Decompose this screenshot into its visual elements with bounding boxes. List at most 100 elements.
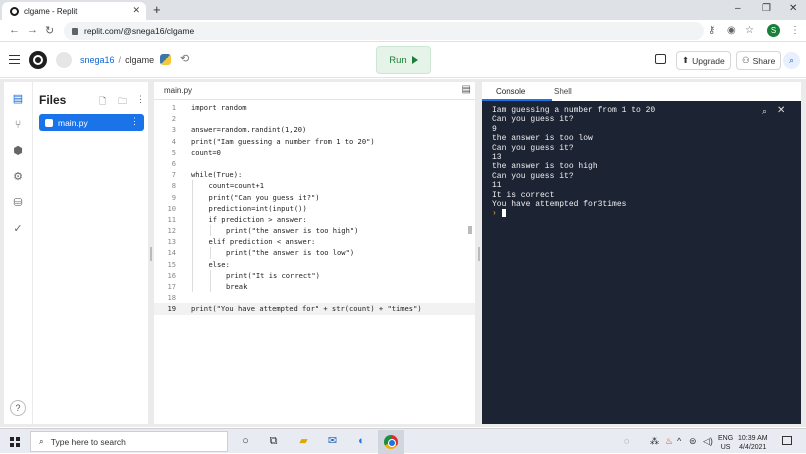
console-line: Can you guess it? xyxy=(492,115,574,125)
sync-icon[interactable]: ◌ xyxy=(624,436,629,446)
upgrade-button[interactable]: ⬆ Upgrade xyxy=(676,51,731,70)
code-line[interactable]: 4 print("Iam guessing a number from 1 to … xyxy=(154,136,475,147)
run-button[interactable]: Run xyxy=(376,46,431,74)
database-icon[interactable]: ⛁ xyxy=(11,196,25,210)
settings-gear-icon[interactable]: ⚙ xyxy=(11,170,25,184)
code-editor[interactable]: main.py ▤ 1 import random 2 3 answer=random.… xyxy=(154,82,475,424)
browser-tab[interactable]: clgame - Replit ✕ xyxy=(2,2,146,20)
tray-app-icon[interactable]: ♨ xyxy=(665,436,673,447)
editor-scrollbar[interactable] xyxy=(468,226,472,234)
pane-resize-handle-right[interactable] xyxy=(478,247,480,261)
help-button[interactable]: ? xyxy=(10,400,26,416)
volume-icon[interactable]: ◁) xyxy=(703,436,713,447)
file-explorer-icon[interactable]: ▰ xyxy=(296,434,311,449)
files-icon[interactable]: ▤ xyxy=(11,92,25,106)
code-line[interactable]: 7 while(True): xyxy=(154,169,475,180)
indent-guide xyxy=(192,247,193,259)
input-language[interactable]: ENG US xyxy=(718,434,733,452)
address-bar[interactable]: replit.com/@snega16/clgame xyxy=(64,22,704,40)
code-line[interactable]: 13 elif prediction < answer: xyxy=(154,236,475,248)
bluetooth-icon[interactable]: ⁂ xyxy=(650,436,659,447)
hamburger-menu-icon[interactable] xyxy=(9,55,20,64)
close-tab-icon[interactable]: ✕ xyxy=(132,5,140,16)
python-language-icon xyxy=(160,54,171,65)
new-tab-button[interactable]: + xyxy=(153,2,161,17)
mail-icon[interactable]: ✉ xyxy=(325,434,340,449)
code-line[interactable]: 5 count=0 xyxy=(154,147,475,158)
task-view-icon[interactable]: ⧉ xyxy=(266,434,281,449)
line-number: 4 xyxy=(171,136,176,146)
code-line[interactable]: 2 xyxy=(154,113,475,124)
console-line: the answer is too high xyxy=(492,162,598,172)
version-control-icon[interactable]: ⑂ xyxy=(11,118,25,132)
taskbar-search-box[interactable]: ⌕ Type here to search xyxy=(30,431,228,452)
code-line[interactable]: 18 xyxy=(154,292,475,303)
reload-icon[interactable]: ↻ xyxy=(45,24,54,37)
system-clock[interactable]: 10:39 AM 4/4/2021 xyxy=(738,434,768,452)
breadcrumb: snega16/clgame xyxy=(80,55,154,65)
indent-guide xyxy=(209,225,211,237)
user-avatar[interactable] xyxy=(56,52,72,68)
maximize-button[interactable]: ❐ xyxy=(762,3,771,14)
file-item-menu-icon[interactable]: ⋮ xyxy=(130,116,139,127)
back-icon[interactable]: ← xyxy=(9,24,20,36)
star-icon[interactable]: ☆ xyxy=(745,25,754,36)
file-item-main-py[interactable]: main.py ⋮ xyxy=(39,114,144,131)
search-icon[interactable]: ⌕ xyxy=(783,52,800,69)
indent-guide xyxy=(192,269,193,281)
edge-browser-icon[interactable]: ◐ xyxy=(354,434,369,449)
code-line[interactable]: 8 count=count+1 xyxy=(154,180,475,192)
indent-guide xyxy=(192,258,193,270)
tab-shell[interactable]: Shell xyxy=(554,87,572,96)
code-line[interactable]: 1 import random xyxy=(154,102,475,113)
code-line[interactable]: 3 answer=random.randint(1,20) xyxy=(154,124,475,135)
key-icon[interactable]: ⚷ xyxy=(708,25,715,36)
code-line[interactable]: 16 print("It is correct") xyxy=(154,269,475,281)
code-line[interactable]: 9 print("Can you guess it?") xyxy=(154,191,475,203)
editor-minimap-icon[interactable]: ▤ xyxy=(462,84,471,95)
console-search-icon[interactable]: ⌕ xyxy=(762,106,767,117)
code-line[interactable]: 11 if prediction > answer: xyxy=(154,213,475,226)
code-line[interactable]: 15 else: xyxy=(154,258,475,270)
unit-tests-check-icon[interactable]: ✓ xyxy=(11,222,25,236)
files-more-icon[interactable]: ⋮ xyxy=(136,94,145,105)
editor-tab-main-py[interactable]: main.py xyxy=(164,86,192,95)
code-line[interactable]: 14 print("the answer is too low") xyxy=(154,247,475,259)
profile-avatar[interactable]: S xyxy=(767,24,780,37)
history-icon[interactable]: ⟲ xyxy=(180,52,189,65)
show-hidden-icons-chevron-up-icon[interactable]: ^ xyxy=(677,436,681,446)
taskbar-search-icon: ⌕ xyxy=(39,436,44,446)
code-line[interactable]: 10 prediction=int(input()) xyxy=(154,202,475,214)
notifications-icon[interactable] xyxy=(782,436,792,445)
windows-start-icon[interactable] xyxy=(10,437,20,447)
replit-logo-icon[interactable] xyxy=(29,51,47,69)
chat-icon[interactable] xyxy=(655,54,666,64)
console-output[interactable]: Iam guessing a number from 1 to 20 Can yo… xyxy=(482,101,801,424)
forward-icon[interactable]: → xyxy=(27,24,38,36)
share-button[interactable]: ⚇ Share xyxy=(736,51,782,70)
chrome-taskbar-button[interactable] xyxy=(378,430,404,454)
breadcrumb-repl-name[interactable]: clgame xyxy=(125,55,154,65)
pane-resize-handle[interactable] xyxy=(150,247,152,261)
tab-console[interactable]: Console xyxy=(496,87,525,96)
minimize-button[interactable]: – xyxy=(735,3,741,14)
indent-guide xyxy=(192,225,193,237)
code-line[interactable]: 19 print("You have attempted for" + str(c… xyxy=(154,303,475,315)
code-lines[interactable]: 1 import random 2 3 answer=random.randint(1,… xyxy=(154,102,475,315)
code-line[interactable]: 12 print("the answer is too high") xyxy=(154,225,475,237)
new-folder-icon[interactable]: 🗀 xyxy=(118,94,127,110)
console-line: 11 xyxy=(492,181,502,191)
file-item-name: main.py xyxy=(58,117,88,128)
menu-dots-icon[interactable]: ⋮ xyxy=(790,25,800,36)
packages-icon[interactable]: ⬢ xyxy=(11,144,25,158)
cortana-icon[interactable]: ○ xyxy=(238,434,253,449)
network-icon[interactable]: ⊜ xyxy=(689,436,697,447)
play-icon xyxy=(411,56,418,64)
breadcrumb-username[interactable]: snega16 xyxy=(80,55,115,65)
new-file-icon[interactable]: 🗋 xyxy=(99,94,106,110)
console-clear-icon[interactable]: ✕ xyxy=(777,105,785,116)
eye-slash-icon[interactable]: ◉ xyxy=(727,25,736,36)
close-window-button[interactable]: ✕ xyxy=(789,3,797,14)
code-line[interactable]: 6 xyxy=(154,158,475,169)
code-line[interactable]: 17 break xyxy=(154,281,475,293)
